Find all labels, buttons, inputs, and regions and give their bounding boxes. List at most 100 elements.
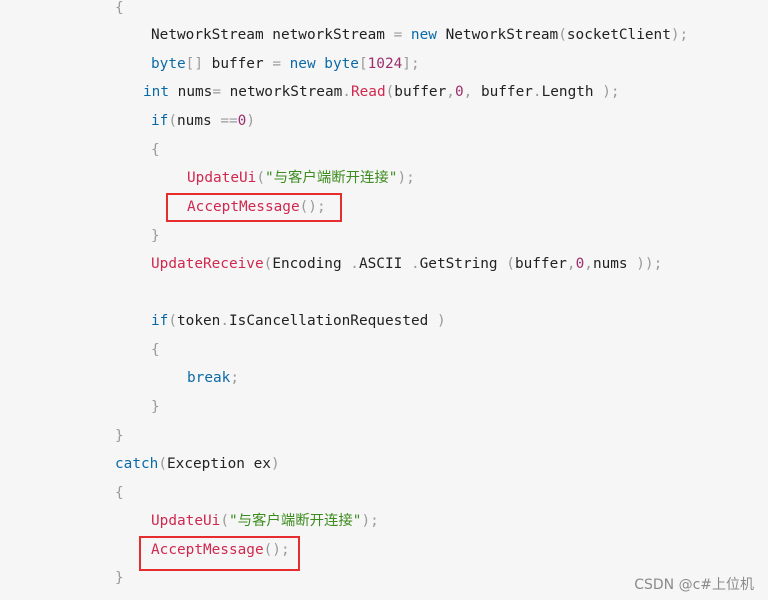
code-line: NetworkStream networkStream = new Networ…: [151, 23, 688, 47]
code-token: catch: [115, 456, 159, 472]
code-token: (: [168, 113, 177, 129]
code-token: break: [187, 370, 231, 386]
code-token: Read: [350, 84, 386, 100]
code-token: "与客户端断开连接": [228, 513, 362, 529]
code-token: nums: [177, 84, 213, 100]
code-token: {: [151, 342, 160, 358]
code-token: (: [263, 256, 273, 272]
code-line: int nums= networkStream.Read(buffer,0, b…: [143, 80, 620, 104]
code-token: (: [558, 27, 567, 43]
code-token: =: [393, 27, 411, 43]
code-token: GetString: [419, 256, 507, 272]
code-token: Length: [541, 84, 603, 100]
code-block: { NetworkStream networkStream = new Netw…: [0, 0, 768, 600]
code-token: token: [177, 313, 221, 329]
code-token: int: [143, 84, 178, 100]
code-token: [: [358, 56, 368, 72]
code-token: byte: [151, 56, 186, 72]
code-token: buffer: [211, 56, 273, 72]
code-token: ): [246, 113, 255, 129]
code-token: UpdateUi: [151, 513, 221, 529]
code-token: .: [342, 84, 351, 100]
code-token: ): [436, 313, 446, 329]
code-line: UpdateUi("与客户端断开连接");: [187, 166, 415, 190]
code-token: if: [151, 113, 169, 129]
code-token: "与客户端断开连接": [264, 170, 398, 186]
code-token: ];: [402, 56, 420, 72]
code-line: {: [115, 0, 124, 20]
code-token: nums: [592, 256, 637, 272]
code-token: ): [270, 456, 280, 472]
code-token: NetworkStream: [445, 27, 559, 43]
code-token: (: [256, 170, 265, 186]
code-token: []: [185, 56, 212, 72]
code-token: );: [602, 84, 620, 100]
code-token: buffer: [514, 256, 567, 272]
code-token: .: [532, 84, 542, 100]
highlight-box: [166, 193, 342, 222]
code-token: .: [410, 256, 420, 272]
code-token: 0: [575, 256, 585, 272]
code-token: ,: [446, 84, 455, 100]
code-token: Encoding: [272, 256, 351, 272]
code-token: buffer: [394, 84, 447, 100]
code-token: (: [168, 313, 177, 329]
code-token: IsCancellationRequested: [229, 313, 437, 329]
code-line: }: [115, 566, 124, 590]
code-token: {: [115, 0, 124, 16]
code-line: catch(Exception ex): [115, 452, 280, 476]
code-token: ,: [584, 256, 593, 272]
code-token: }: [115, 570, 124, 586]
code-token: );: [397, 170, 415, 186]
code-token: (: [158, 456, 167, 472]
code-token: .: [350, 256, 359, 272]
code-token: );: [361, 513, 379, 529]
code-token: }: [115, 428, 124, 444]
code-token: {: [151, 142, 160, 158]
code-token: NetworkStream networkStream: [151, 27, 394, 43]
code-token: ;: [230, 370, 239, 386]
code-line: break;: [187, 366, 239, 390]
code-token: if: [151, 313, 169, 329]
code-token: }: [151, 399, 160, 415]
code-line: {: [115, 481, 124, 505]
code-token: ,: [463, 84, 481, 100]
code-token: =: [212, 84, 230, 100]
code-token: new: [410, 27, 446, 43]
code-line: }: [151, 395, 160, 419]
code-token: socketClient: [566, 27, 671, 43]
code-token: =: [272, 56, 290, 72]
code-token: ASCII: [358, 256, 411, 272]
code-token: UpdateReceive: [151, 256, 264, 272]
watermark: CSDN @c#上位机: [634, 577, 754, 593]
code-token: }: [151, 228, 160, 244]
code-line: UpdateUi("与客户端断开连接");: [151, 509, 379, 533]
code-token: .: [220, 313, 229, 329]
code-line: byte[] buffer = new byte[1024];: [151, 52, 420, 76]
code-token: ==: [220, 113, 238, 129]
code-token: 1024: [367, 56, 403, 72]
code-token: {: [115, 485, 124, 501]
code-line: {: [151, 138, 160, 162]
code-token: UpdateUi: [187, 170, 257, 186]
code-token: Exception ex: [167, 456, 271, 472]
highlight-box: [139, 536, 300, 571]
code-token: new: [289, 56, 325, 72]
code-line: if(token.IsCancellationRequested ): [151, 309, 446, 333]
code-token: networkStream: [229, 84, 343, 100]
code-token: 0: [454, 84, 464, 100]
code-line: UpdateReceive(Encoding .ASCII .GetString…: [151, 252, 662, 276]
code-token: buffer: [480, 84, 533, 100]
code-token: (: [506, 256, 515, 272]
code-token: (: [220, 513, 229, 529]
code-line: if(nums ==0): [151, 109, 255, 133]
code-line: }: [151, 224, 160, 248]
code-line: }: [115, 424, 124, 448]
code-token: ));: [636, 256, 663, 272]
code-token: );: [670, 27, 689, 43]
code-token: nums: [177, 113, 221, 129]
code-token: byte: [324, 56, 359, 72]
code-token: ,: [566, 256, 576, 272]
code-line: {: [151, 338, 160, 362]
code-token: (: [385, 84, 395, 100]
